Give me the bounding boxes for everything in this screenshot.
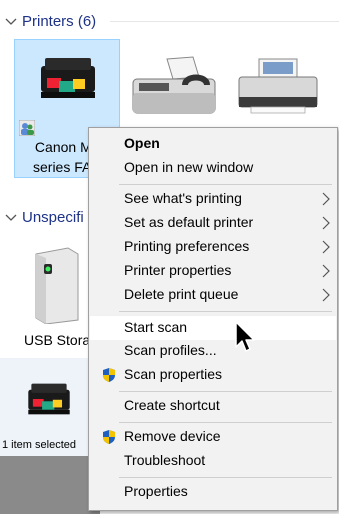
menu-separator [119, 311, 332, 312]
menu-item-troubleshoot[interactable]: Troubleshoot [90, 449, 336, 473]
menu-item-label: Scan properties [124, 366, 223, 382]
device-tile-fax[interactable] [125, 45, 225, 125]
uac-shield-icon [103, 430, 115, 444]
chevron-right-icon [322, 192, 330, 206]
chevron-down-icon [5, 18, 17, 25]
fax-machine-icon [132, 56, 216, 114]
menu-item-open[interactable]: Open [90, 132, 336, 156]
mouse-cursor-icon [235, 321, 255, 352]
menu-item-create-shortcut[interactable]: Create shortcut [90, 394, 336, 418]
uac-shield-icon [103, 368, 115, 382]
usb-storage-icon [35, 247, 79, 324]
printer-color-icon [41, 58, 95, 98]
chevron-right-icon [322, 216, 330, 230]
menu-item-label: Start scan [124, 319, 188, 335]
menu-item-label: Printer properties [124, 262, 232, 278]
printers-group-header[interactable]: Printers (6) [0, 10, 339, 32]
menu-item-set-default[interactable]: Set as default printer [90, 211, 336, 235]
menu-item-printer-properties[interactable]: Printer properties [90, 259, 336, 283]
menu-item-label: See what's printing [124, 190, 242, 206]
menu-item-delete-print-queue[interactable]: Delete print queue [90, 283, 336, 307]
menu-item-printing-preferences[interactable]: Printing preferences [90, 235, 336, 259]
menu-separator [119, 391, 332, 392]
menu-item-label: Properties [124, 483, 188, 499]
context-menu: Open Open in new window See what's print… [88, 127, 338, 511]
user-badge-icon [19, 120, 35, 136]
menu-item-start-scan[interactable]: Start scan [90, 315, 336, 340]
menu-item-open-new-window[interactable]: Open in new window [90, 156, 336, 180]
menu-item-label: Open [124, 135, 160, 151]
chevron-right-icon [322, 288, 330, 302]
unspecified-group-header[interactable]: Unspecifi [0, 206, 100, 228]
menu-item-label: Delete print queue [124, 286, 239, 302]
menu-item-remove-device[interactable]: Remove device [90, 425, 336, 449]
menu-separator [119, 184, 332, 185]
chevron-right-icon [322, 264, 330, 278]
menu-item-label: Set as default printer [124, 214, 254, 230]
device-tile-printer[interactable] [228, 45, 328, 125]
menu-item-label: Create shortcut [124, 397, 220, 413]
group-divider [110, 21, 339, 22]
menu-item-scan-profiles[interactable]: Scan profiles... [90, 339, 336, 363]
menu-item-label: Troubleshoot [124, 452, 206, 468]
device-label-usb: USB Stora [24, 332, 91, 348]
menu-separator [119, 422, 332, 423]
menu-item-label: Scan profiles... [124, 342, 217, 358]
chevron-down-icon [5, 214, 17, 221]
printer-icon [238, 58, 318, 114]
menu-item-label: Printing preferences [124, 238, 250, 254]
menu-item-label: Remove device [124, 428, 221, 444]
chevron-right-icon [322, 240, 330, 254]
unspecified-group-title: Unspecifi [22, 208, 84, 226]
status-selection-count: 1 item selected [2, 439, 76, 451]
menu-item-properties[interactable]: Properties [90, 480, 336, 504]
taskbar-strip [0, 456, 100, 514]
printers-group-title: Printers (6) [22, 12, 97, 30]
menu-item-see-printing[interactable]: See what's printing [90, 187, 336, 211]
printer-color-icon [28, 383, 70, 415]
menu-item-scan-properties[interactable]: Scan properties [90, 363, 336, 387]
menu-separator [119, 477, 332, 478]
menu-item-label: Open in new window [124, 159, 254, 175]
